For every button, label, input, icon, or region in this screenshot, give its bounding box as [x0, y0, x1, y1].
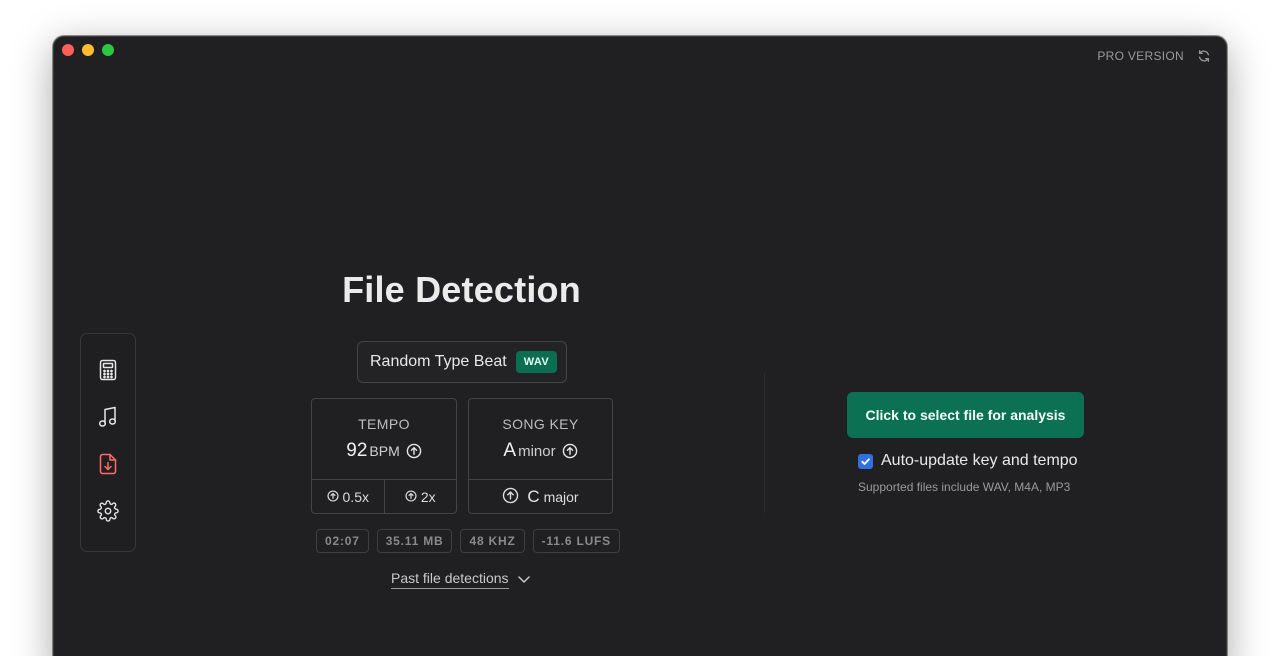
tempo-label: TEMPO — [358, 416, 410, 432]
calculator-icon — [99, 359, 117, 386]
relative-key-note: C — [527, 487, 540, 506]
sidebar-item-settings[interactable] — [81, 499, 135, 527]
duration-pill: 02:07 — [316, 529, 369, 553]
window-controls — [62, 44, 114, 56]
relative-key-arrow-up-icon — [502, 487, 519, 507]
file-name: Random Type Beat — [370, 353, 507, 370]
page-title: File Detection — [342, 269, 581, 310]
refresh-icon[interactable] — [1196, 48, 1212, 64]
file-name-chip: Random Type Beat WAV — [357, 341, 567, 383]
chevron-down-icon — [517, 571, 531, 589]
minimize-window-button[interactable] — [82, 44, 94, 56]
key-note: A — [503, 440, 517, 461]
past-detections-toggle[interactable]: Past file detections — [391, 570, 531, 589]
app-window: PRO VERSION File Detection Random Type B… — [53, 36, 1227, 656]
file-metadata: 02:07 35.11 MB 48 KHZ -11.6 LUFS — [316, 529, 620, 553]
auto-update-label: Auto-update key and tempo — [881, 452, 1078, 469]
half-tempo-arrow-up-icon — [326, 489, 339, 505]
gear-icon — [97, 499, 119, 527]
half-tempo-button[interactable]: 0.5x — [312, 480, 385, 513]
sidebar — [80, 333, 136, 552]
sidebar-item-file-detection[interactable] — [81, 452, 135, 480]
tempo-card: TEMPO 92 BPM 0.5x 2x — [311, 398, 457, 514]
copy-tempo-arrow-up-icon[interactable] — [406, 443, 422, 459]
supported-files-text: Supported files include WAV, M4A, MP3 — [858, 480, 1071, 494]
sidebar-item-music[interactable] — [81, 405, 135, 433]
song-key-label: SONG KEY — [502, 416, 579, 432]
tempo-value: 92 — [346, 440, 368, 461]
relative-key-button[interactable]: C major — [469, 480, 612, 513]
zoom-window-button[interactable] — [102, 44, 114, 56]
file-download-icon — [99, 453, 117, 480]
section-divider — [764, 373, 765, 513]
file-size-pill: 35.11 MB — [376, 529, 453, 553]
double-tempo-button[interactable]: 2x — [385, 480, 457, 513]
double-tempo-arrow-up-icon — [405, 489, 417, 505]
song-key-card: SONG KEY A minor C major — [468, 398, 613, 514]
key-mode: minor — [518, 443, 556, 460]
select-file-button[interactable]: Click to select file for analysis — [847, 392, 1084, 438]
checkmark-icon — [861, 457, 870, 465]
auto-update-checkbox[interactable] — [858, 453, 873, 469]
half-tempo-label: 0.5x — [342, 489, 369, 505]
tempo-unit: BPM — [369, 443, 400, 459]
top-right-area: PRO VERSION — [1097, 48, 1212, 64]
relative-key-mode: major — [543, 489, 579, 505]
double-tempo-label: 2x — [420, 489, 436, 505]
sample-rate-pill: 48 KHZ — [460, 529, 525, 553]
past-detections-label: Past file detections — [391, 570, 509, 589]
auto-update-option[interactable]: Auto-update key and tempo — [858, 452, 1078, 470]
sidebar-item-calculator[interactable] — [81, 358, 135, 386]
music-note-icon — [98, 406, 118, 433]
copy-key-arrow-up-icon[interactable] — [562, 443, 578, 459]
loudness-pill: -11.6 LUFS — [532, 529, 620, 553]
pro-version-link[interactable]: PRO VERSION — [1097, 49, 1184, 63]
file-format-badge: WAV — [515, 351, 558, 373]
close-window-button[interactable] — [62, 44, 74, 56]
